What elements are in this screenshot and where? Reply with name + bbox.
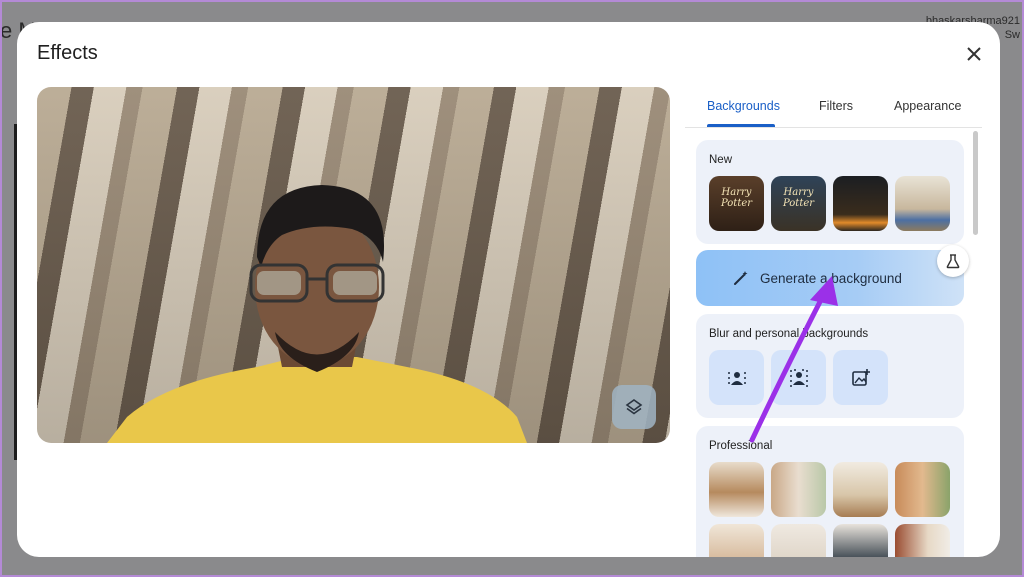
new-backgrounds-card: New Harry Potter Harry Potter <box>696 140 964 244</box>
panel-scrollbar[interactable] <box>973 131 978 235</box>
person-silhouette <box>107 185 527 443</box>
full-blur-button[interactable] <box>771 350 826 405</box>
thumbnail-title: Harry Potter <box>720 187 753 209</box>
background-thumbnail[interactable] <box>895 176 950 231</box>
new-section-label: New <box>709 154 733 166</box>
professional-backgrounds-card: Professional <box>696 426 964 557</box>
labs-button[interactable] <box>937 245 969 277</box>
tab-backgrounds[interactable]: Backgrounds <box>707 99 780 113</box>
slight-blur-icon <box>727 371 746 385</box>
background-thumbnail[interactable] <box>709 462 764 517</box>
dialog-title: Effects <box>37 42 98 64</box>
professional-section-label: Professional <box>709 440 773 452</box>
camera-preview <box>37 87 670 443</box>
background-thumbnail[interactable] <box>833 462 888 517</box>
magic-wand-icon <box>734 271 748 285</box>
close-button[interactable] <box>962 42 986 66</box>
flask-icon <box>946 254 960 269</box>
slight-blur-button[interactable] <box>709 350 764 405</box>
close-icon <box>967 47 981 61</box>
background-thumbnail[interactable] <box>709 524 764 557</box>
background-thumbnail[interactable] <box>771 524 826 557</box>
background-thumbnail[interactable]: Harry Potter <box>771 176 826 231</box>
background-thumbnail[interactable] <box>895 524 950 557</box>
generate-background-label: Generate a background <box>760 270 902 286</box>
tab-appearance[interactable]: Appearance <box>894 99 961 113</box>
background-thumbnail[interactable] <box>895 462 950 517</box>
blur-backgrounds-card: Blur and personal backgrounds <box>696 314 964 418</box>
add-image-icon <box>851 368 870 386</box>
upload-background-button[interactable] <box>833 350 888 405</box>
generate-background-button[interactable]: Generate a background <box>696 250 964 306</box>
effects-panel: Backgrounds Filters Appearance New Harry… <box>685 87 982 557</box>
tab-filters[interactable]: Filters <box>819 99 853 113</box>
background-thumbnail[interactable] <box>771 462 826 517</box>
active-tab-indicator <box>707 124 775 127</box>
layers-button[interactable] <box>612 385 656 429</box>
background-thumbnail[interactable] <box>833 524 888 557</box>
background-thumbnail[interactable]: Harry Potter <box>709 176 764 231</box>
layers-icon <box>625 399 643 415</box>
background-thumbnail[interactable] <box>833 176 888 231</box>
full-blur-icon <box>789 368 808 387</box>
effects-dialog: Effects Backgrounds Filters Appearance N… <box>17 22 1000 557</box>
blur-section-label: Blur and personal backgrounds <box>709 328 869 340</box>
thumbnail-title: Harry Potter <box>782 187 815 209</box>
effects-tabs: Backgrounds Filters Appearance <box>685 87 982 128</box>
